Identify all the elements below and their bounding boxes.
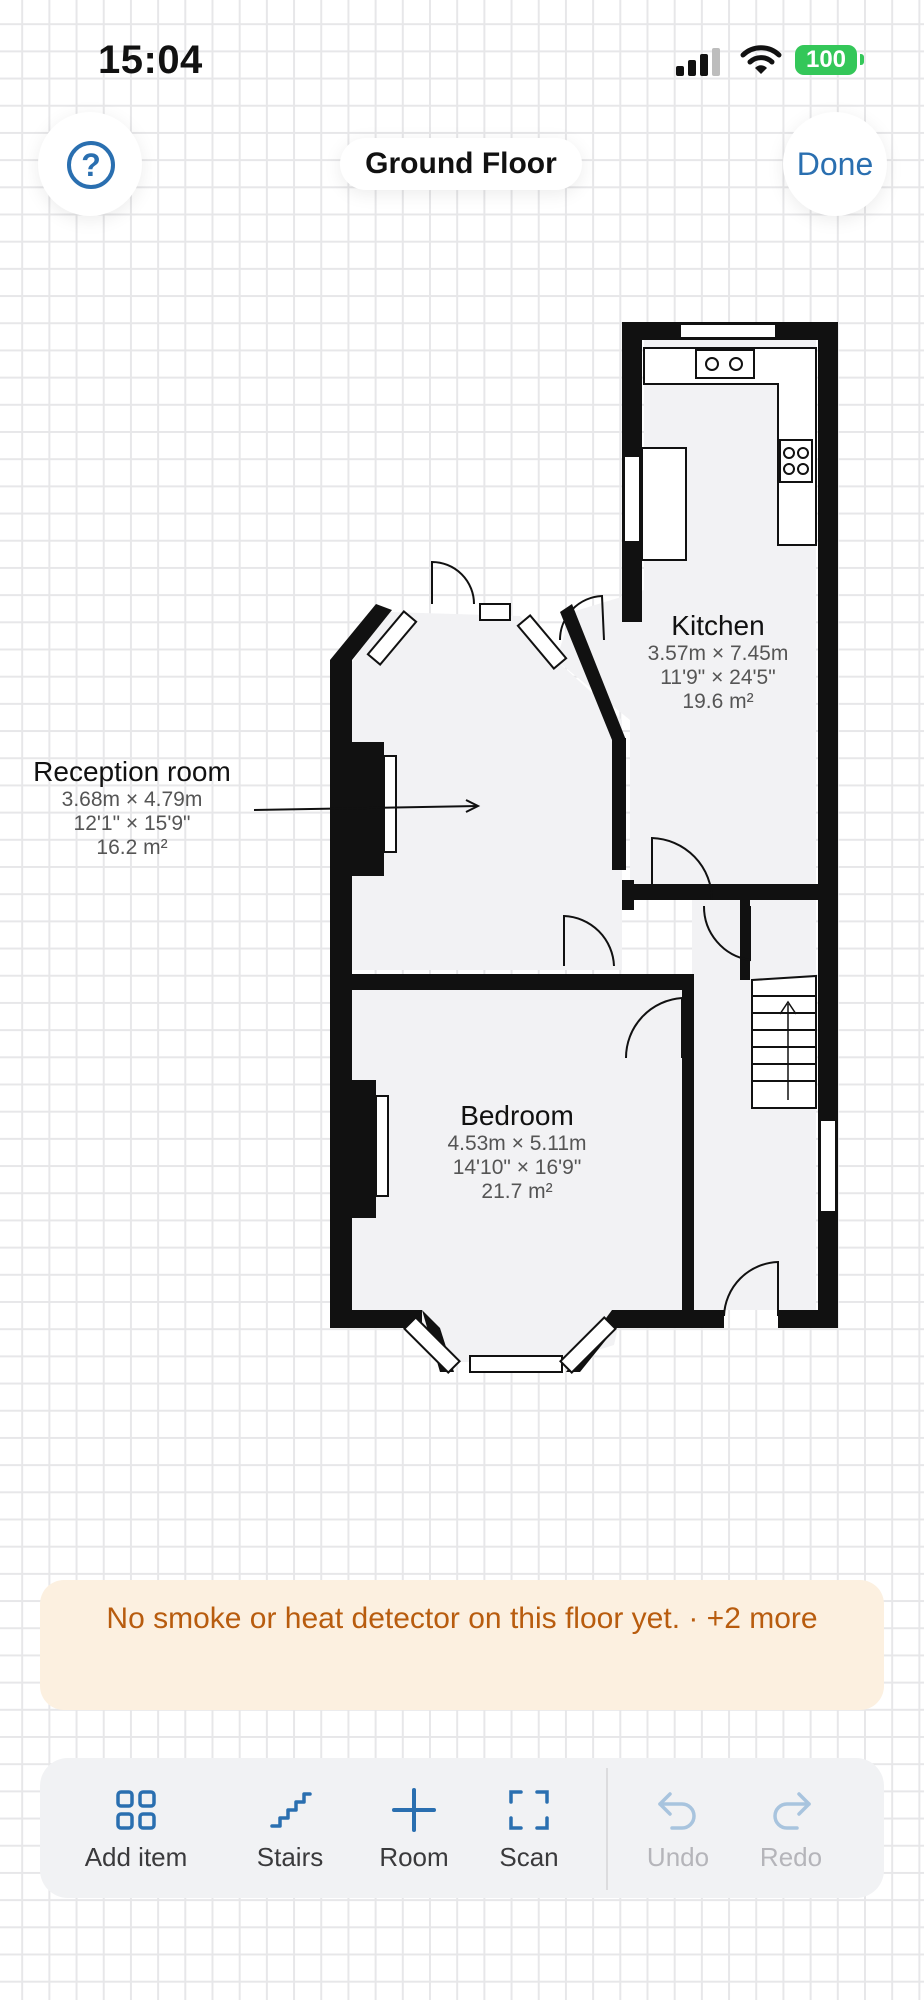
room-area: 16.2 m² [96, 836, 168, 859]
undo-label: Undo [646, 1842, 710, 1872]
room-name: Kitchen [671, 610, 765, 641]
room-label-bedroom[interactable]: Bedroom 4.53m × 5.11m 14'10" × 16'9" 21.… [400, 1100, 634, 1204]
room-floors [352, 340, 816, 1362]
redo-button[interactable]: Redo [748, 1758, 834, 1898]
stairs-button[interactable]: Stairs [240, 1758, 340, 1898]
room-label-kitchen[interactable]: Kitchen 3.57m × 7.45m 11'9" × 24'5" 19.6… [598, 610, 838, 714]
add-item-label: Add item [84, 1842, 188, 1872]
room-area: 19.6 m² [682, 690, 754, 713]
scan-icon [509, 1790, 549, 1830]
room-area: 21.7 m² [481, 1180, 553, 1203]
room-name: Reception room [33, 756, 231, 787]
add-room-button[interactable]: Room [366, 1758, 462, 1898]
grid-icon [116, 1790, 156, 1830]
smoke-detector-warning[interactable]: No smoke or heat detector on this floor … [40, 1580, 884, 1710]
add-item-button[interactable]: Add item [80, 1758, 192, 1898]
room-label: Room [379, 1842, 449, 1872]
room-metric-dimensions: 4.53m × 5.11m [447, 1132, 587, 1155]
stairs-icon [270, 1792, 312, 1828]
scan-label: Scan [499, 1842, 559, 1872]
staircase [751, 974, 817, 1109]
redo-label: Redo [759, 1842, 823, 1872]
undo-button[interactable]: Undo [634, 1758, 722, 1898]
room-label-reception[interactable]: Reception room 3.68m × 4.79m 12'1" × 15'… [0, 756, 264, 860]
room-metric-dimensions: 3.68m × 4.79m [61, 788, 203, 811]
room-imperial-dimensions: 11'9" × 24'5" [660, 666, 776, 689]
scan-button[interactable]: Scan [486, 1758, 572, 1898]
bottom-toolbar: Add item Stairs Room Scan Undo Redo [40, 1758, 884, 1898]
room-imperial-dimensions: 12'1" × 15'9" [73, 812, 191, 835]
room-imperial-dimensions: 14'10" × 16'9" [452, 1156, 582, 1179]
redo-icon [773, 1792, 811, 1830]
undo-icon [658, 1792, 696, 1830]
room-name: Bedroom [460, 1100, 574, 1131]
toolbar-divider [606, 1768, 608, 1890]
stairs-label: Stairs [256, 1842, 324, 1872]
plus-icon [392, 1788, 436, 1832]
warning-text: No smoke or heat detector on this floor … [106, 1602, 818, 1635]
room-metric-dimensions: 3.57m × 7.45m [647, 642, 789, 665]
